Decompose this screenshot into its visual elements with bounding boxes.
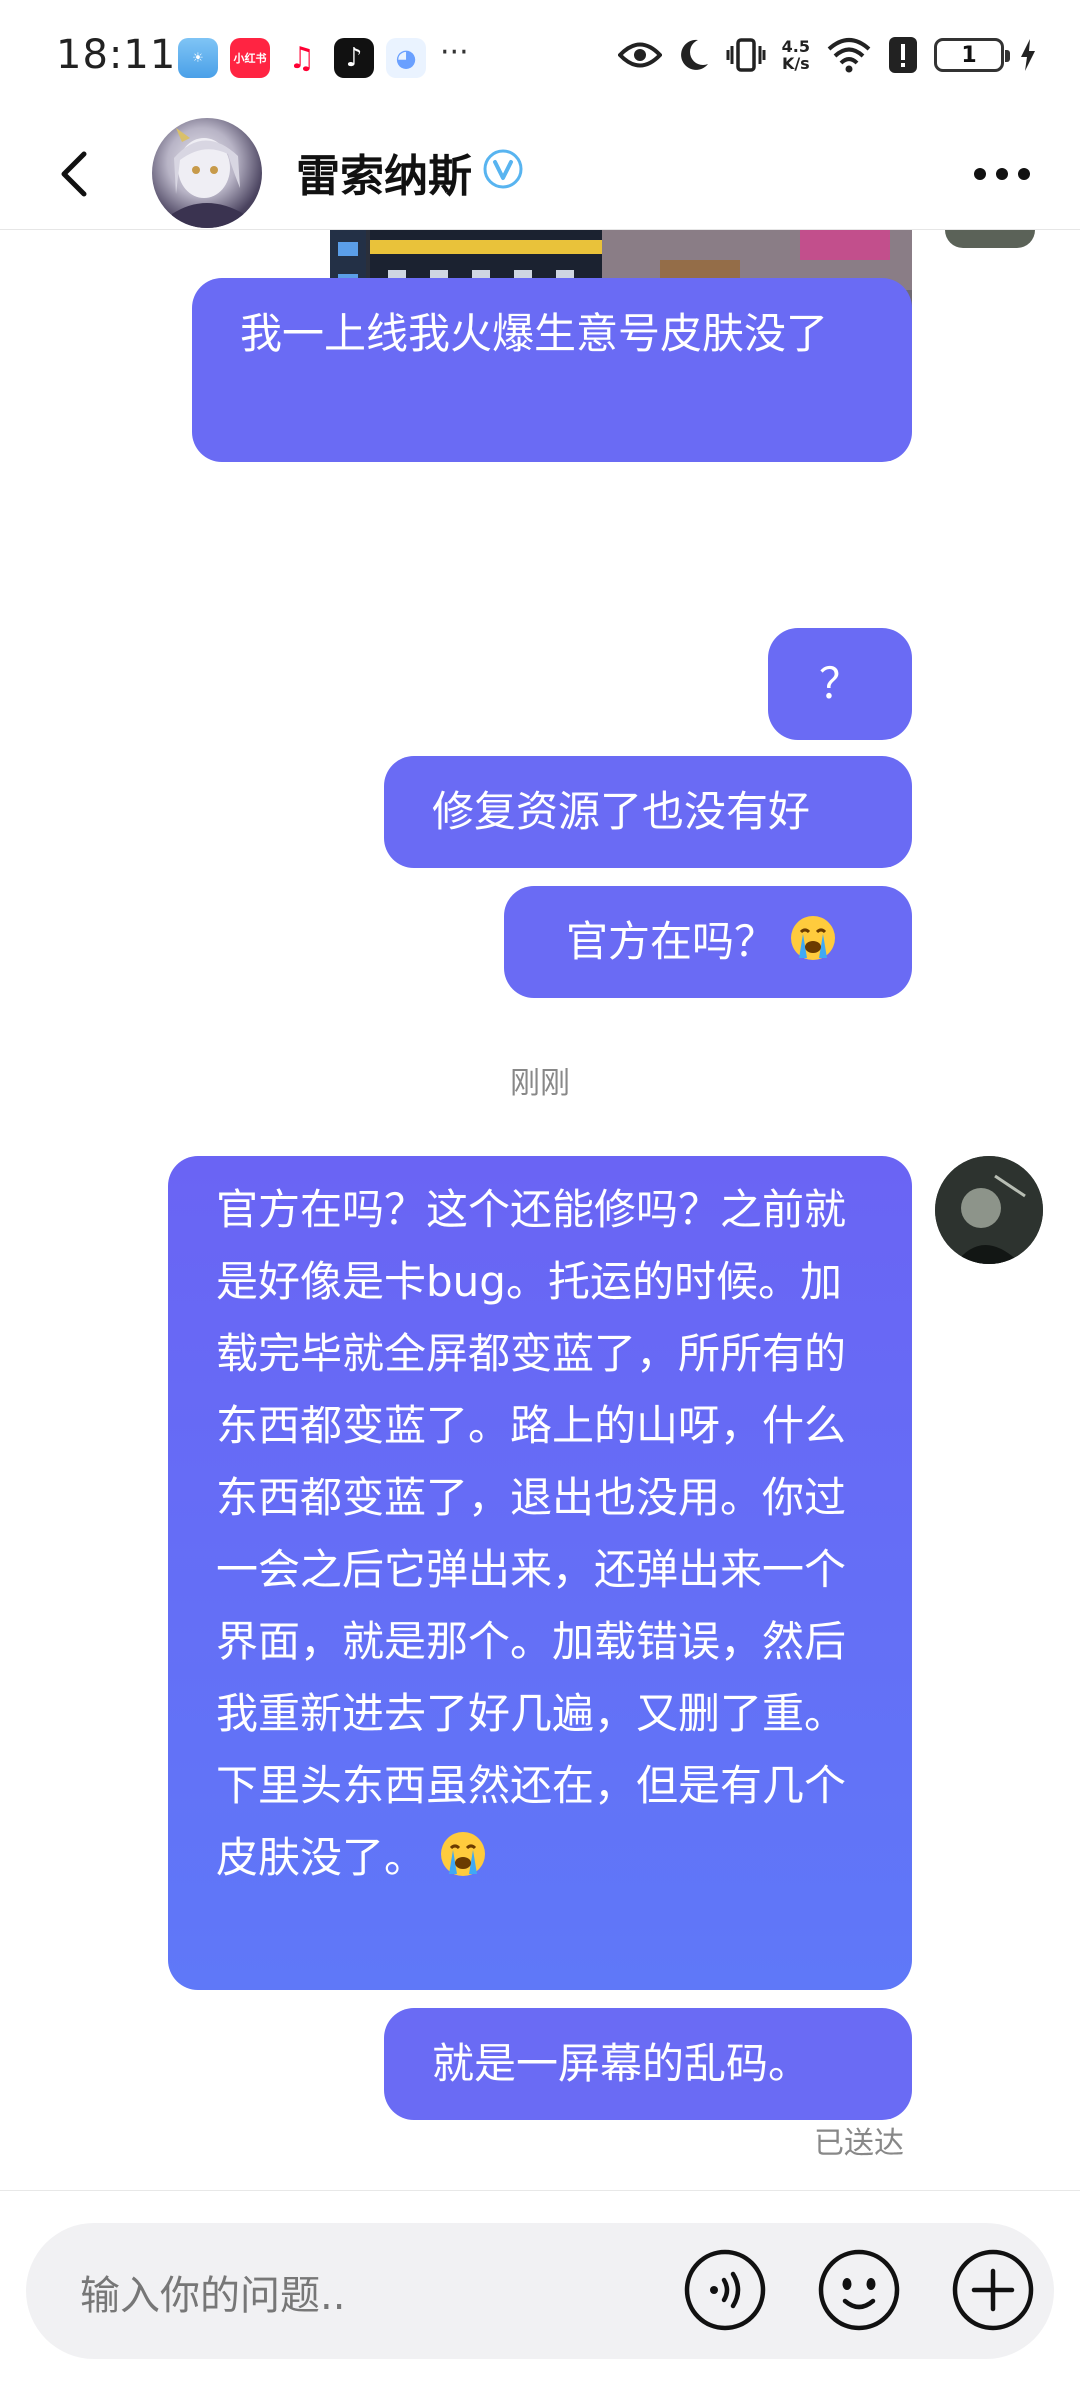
crying-emoji-icon bbox=[791, 916, 836, 960]
chevron-left-icon bbox=[61, 151, 87, 197]
self-avatar[interactable] bbox=[935, 1156, 1043, 1264]
delivery-status: 已送达 bbox=[814, 2126, 904, 2161]
add-attachment-button[interactable] bbox=[950, 2247, 1036, 2333]
message-bubble[interactable]: 我一上线我火爆生意号皮肤没了 bbox=[192, 278, 912, 462]
tiktok-icon: ♪ bbox=[334, 38, 374, 78]
plus-icon bbox=[952, 2249, 1034, 2331]
voice-wave-icon bbox=[684, 2249, 766, 2331]
voice-input-button[interactable] bbox=[682, 2247, 768, 2333]
xiaohongshu-icon: 小红书 bbox=[230, 38, 270, 78]
message-bubble[interactable]: 就是一屏幕的乱码。 bbox=[384, 2008, 912, 2120]
message-bubble[interactable]: 官方在吗？ bbox=[504, 886, 912, 998]
self-avatar-partial bbox=[945, 230, 1035, 248]
more-notifications-icon: ··· bbox=[440, 35, 469, 70]
message-input-box[interactable]: 输入你的问题.. bbox=[26, 2223, 1054, 2359]
message-timestamp: 刚刚 bbox=[510, 1066, 570, 1101]
notification-app-icons: ☀ 小红书 ♫ ♪ ◕ ··· bbox=[178, 38, 469, 78]
contact-avatar[interactable] bbox=[152, 118, 262, 228]
message-bubble[interactable]: ？ bbox=[768, 628, 912, 740]
message-list[interactable]: 我一上线我火爆生意号皮肤没了 ？ 修复资源了也没有好 官方在吗？ 刚刚 官方在吗… bbox=[0, 230, 1080, 2190]
status-bar: 18:11 ☀ 小红书 ♫ ♪ ◕ ··· 4.5 K/s 1 bbox=[0, 0, 1080, 118]
battery-level: 1 bbox=[961, 42, 977, 68]
chat-header: 雷索纳斯 bbox=[0, 118, 1080, 230]
weather-icon: ☀ bbox=[178, 38, 218, 78]
smiley-icon bbox=[818, 2249, 900, 2331]
more-options-button[interactable] bbox=[968, 154, 1036, 194]
charging-icon bbox=[1020, 39, 1036, 71]
message-bubble[interactable]: 修复资源了也没有好 bbox=[384, 756, 912, 868]
emoji-button[interactable] bbox=[816, 2247, 902, 2333]
eye-icon bbox=[617, 40, 662, 70]
message-text: 官方在吗？这个还能修吗？之前就是好像是卡bug。托运的时候。加载完毕就全屏都变蓝… bbox=[216, 1185, 847, 1882]
system-status-icons: 4.5 K/s 1 bbox=[617, 36, 1036, 74]
more-dots-icon bbox=[974, 168, 1030, 180]
back-button[interactable] bbox=[50, 144, 100, 204]
message-input-placeholder[interactable]: 输入你的问题.. bbox=[80, 2263, 345, 2321]
wifi-icon bbox=[826, 37, 872, 73]
alert-icon bbox=[888, 36, 918, 74]
message-text: 官方在吗？ bbox=[566, 917, 777, 966]
network-speed: 4.5 K/s bbox=[781, 37, 810, 73]
vibrate-icon bbox=[726, 37, 766, 73]
message-text: 我一上线我火爆生意号皮肤没了 bbox=[240, 309, 829, 358]
message-bubble[interactable]: 官方在吗？这个还能修吗？之前就是好像是卡bug。托运的时候。加载完毕就全屏都变蓝… bbox=[168, 1156, 912, 1990]
message-text: 修复资源了也没有好 bbox=[432, 787, 811, 836]
message-text: ？ bbox=[818, 659, 861, 708]
message-text: 就是一屏幕的乱码。 bbox=[432, 2039, 811, 2088]
status-time: 18:11 bbox=[56, 32, 177, 78]
crying-emoji-icon bbox=[441, 1832, 486, 1876]
do-not-disturb-moon-icon bbox=[678, 38, 710, 72]
battery-indicator: 1 bbox=[934, 38, 1010, 72]
contact-name: 雷索纳斯 bbox=[296, 151, 472, 202]
verified-badge-icon bbox=[482, 148, 524, 190]
input-bar: 输入你的问题.. bbox=[0, 2190, 1080, 2388]
music-icon: ♫ bbox=[282, 38, 322, 78]
assistant-icon: ◕ bbox=[386, 38, 426, 78]
